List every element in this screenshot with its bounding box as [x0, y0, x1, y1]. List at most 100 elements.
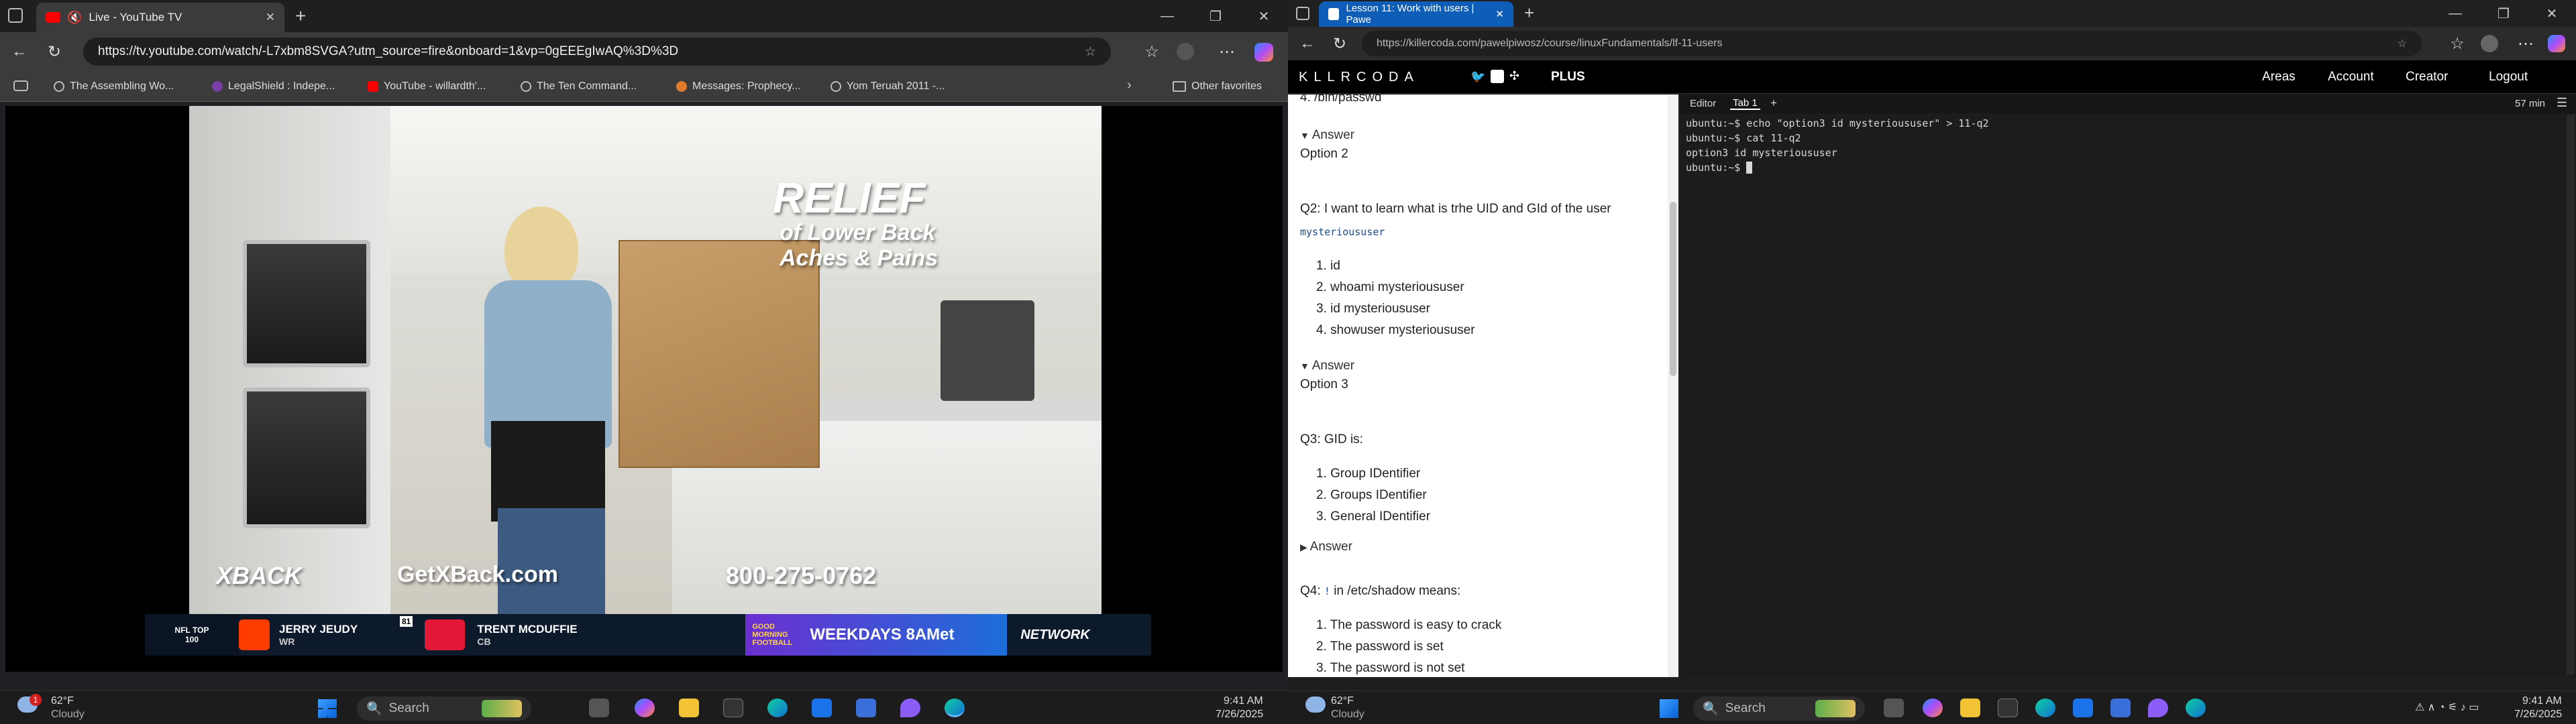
- favorites-icon[interactable]: ☆: [2443, 29, 2471, 58]
- profile-avatar[interactable]: [2481, 35, 2498, 52]
- terminal-app-icon[interactable]: [1998, 699, 2018, 717]
- file-explorer-icon[interactable]: [1960, 699, 1980, 717]
- player1: JERRY JEUDY WR: [279, 623, 400, 647]
- close-window-icon[interactable]: ✕: [1240, 0, 1288, 32]
- tab-youtube-tv[interactable]: 🔇 Live - YouTube TV ✕: [36, 3, 284, 32]
- close-tab-icon[interactable]: ✕: [266, 11, 275, 24]
- refresh-icon[interactable]: ↻: [40, 38, 68, 66]
- tab-editor[interactable]: Editor: [1690, 98, 1716, 109]
- slack-icon[interactable]: ✣: [1509, 69, 1519, 83]
- outlook-icon[interactable]: [856, 699, 876, 717]
- store-icon[interactable]: [2073, 699, 2093, 717]
- course-scrollbar[interactable]: [1668, 95, 1678, 677]
- copilot-icon[interactable]: [2548, 35, 2565, 52]
- weather-desc[interactable]: Cloudy: [1331, 709, 1364, 721]
- url-field[interactable]: https://tv.youtube.com/watch/-L7xbm8SVGA…: [83, 38, 1111, 66]
- task-view-icon[interactable]: [1884, 699, 1904, 717]
- restore-icon[interactable]: ❐: [1191, 0, 1240, 32]
- bookmark-item[interactable]: The Assembling Wo...: [54, 78, 174, 95]
- new-tab-icon[interactable]: +: [295, 5, 306, 27]
- cardboard-box: [619, 240, 820, 468]
- course-content-panel[interactable]: 4. /bin/passwd ▼ Answer Option 2 Q2: I w…: [1288, 95, 1678, 677]
- taskbar-search[interactable]: 🔍 Search: [1693, 697, 1865, 721]
- copilot-icon[interactable]: [635, 699, 655, 717]
- plus-link[interactable]: PLUS: [1551, 70, 1585, 84]
- terminal-panel[interactable]: Editor Tab 1 + 57 min ☰ ubuntu:~$ echo "…: [1680, 95, 2576, 677]
- copilot-icon[interactable]: [1923, 699, 1943, 717]
- hamburger-menu-icon[interactable]: ☰: [2557, 96, 2567, 110]
- video-player[interactable]: RELIEF of Lower Back Aches & Pains XBACK…: [5, 106, 1283, 672]
- nav-account[interactable]: Account: [2328, 70, 2374, 84]
- clock-date[interactable]: 7/26/2025: [2514, 709, 2562, 721]
- app-icon[interactable]: [2148, 699, 2168, 717]
- twitter-icon[interactable]: 🐦: [1470, 70, 1485, 84]
- close-tab-icon[interactable]: ✕: [1495, 8, 1504, 20]
- linkedin-icon[interactable]: [1491, 70, 1504, 83]
- favorite-star-icon[interactable]: ☆: [2398, 37, 2407, 50]
- answer-toggle[interactable]: ▼ Answer: [1300, 359, 1354, 373]
- edge-active-icon[interactable]: [945, 699, 965, 717]
- terminal-scrollbar[interactable]: [2567, 115, 2575, 674]
- add-tab-button[interactable]: +: [1770, 97, 1777, 110]
- scrollbar-thumb[interactable]: [1670, 202, 1676, 376]
- more-menu-icon[interactable]: ⋯: [2512, 29, 2540, 58]
- outlook-icon[interactable]: [2110, 699, 2131, 717]
- list-item: 1. id: [1316, 259, 1340, 273]
- edge-icon[interactable]: [767, 699, 788, 717]
- clock-date[interactable]: 7/26/2025: [1216, 709, 1263, 721]
- bookmark-item[interactable]: The Ten Command...: [521, 78, 637, 95]
- question-q4: Q4: ! in /etc/shadow means:: [1300, 584, 1460, 599]
- nav-creator[interactable]: Creator: [2406, 70, 2448, 84]
- system-tray-icons[interactable]: ⚠ ∧ ◔ ⚟ ♪ ▭: [2415, 701, 2479, 714]
- answer-toggle[interactable]: ▼ Answer: [1300, 128, 1354, 143]
- task-view-icon[interactable]: [589, 699, 609, 717]
- profile-avatar[interactable]: [1177, 43, 1194, 60]
- tab-actions-icon[interactable]: [1296, 7, 1309, 20]
- favorites-icon[interactable]: ☆: [1138, 38, 1166, 66]
- tab-actions-icon[interactable]: [8, 8, 23, 23]
- bookmark-item[interactable]: LegalShield : Indepe...: [212, 78, 335, 95]
- overlay-line2: Aches & Pains: [780, 245, 938, 271]
- app-icon[interactable]: [900, 699, 920, 717]
- tab-terminal-1[interactable]: Tab 1: [1730, 97, 1760, 110]
- answer-toggle[interactable]: ▶ Answer: [1300, 540, 1352, 554]
- minimize-icon[interactable]: —: [1143, 0, 1191, 32]
- bookmark-item[interactable]: YouTube - willardth'...: [368, 78, 486, 95]
- bookmarks-menu-icon[interactable]: [13, 80, 28, 91]
- taskbar-search[interactable]: 🔍 Search: [357, 697, 531, 721]
- nav-logout[interactable]: Logout: [2489, 70, 2528, 84]
- terminal-output[interactable]: ubuntu:~$ echo "option3 id mysterioususe…: [1686, 116, 1989, 175]
- bookmark-item[interactable]: Messages: Prophecy...: [676, 78, 801, 95]
- favorite-star-icon[interactable]: ☆: [1085, 44, 1096, 60]
- restore-icon[interactable]: ❐: [2479, 0, 2528, 27]
- more-menu-icon[interactable]: ⋯: [1213, 38, 1241, 66]
- bookmark-item[interactable]: Yom Teruah 2011 -...: [830, 78, 945, 95]
- weather-cloud-icon[interactable]: [1305, 697, 1326, 713]
- mute-icon[interactable]: 🔇: [67, 11, 82, 25]
- start-windows-icon[interactable]: [318, 699, 337, 718]
- other-favorites[interactable]: Other favorites: [1173, 78, 1262, 95]
- clock-time[interactable]: 9:41 AM: [2522, 695, 2562, 707]
- file-explorer-icon[interactable]: [679, 699, 699, 717]
- copilot-icon[interactable]: [1254, 43, 1273, 62]
- url-field[interactable]: https://killercoda.com/pawelpiwosz/cours…: [1362, 31, 2422, 56]
- clock-time[interactable]: 9:41 AM: [1224, 695, 1263, 707]
- start-windows-icon[interactable]: [1660, 699, 1678, 718]
- weather-temp[interactable]: 62°F: [51, 695, 74, 707]
- close-window-icon[interactable]: ✕: [2528, 0, 2576, 27]
- new-tab-icon[interactable]: +: [1524, 3, 1534, 23]
- edge-active-icon[interactable]: [2186, 699, 2206, 717]
- edge-icon[interactable]: [2035, 699, 2055, 717]
- chevron-right-icon[interactable]: ›: [1127, 78, 1132, 93]
- back-icon[interactable]: ←: [5, 38, 34, 66]
- minimize-icon[interactable]: —: [2431, 0, 2479, 27]
- terminal-app-icon[interactable]: [723, 699, 743, 717]
- store-icon[interactable]: [812, 699, 832, 717]
- nav-areas[interactable]: Areas: [2262, 70, 2296, 84]
- refresh-icon[interactable]: ↻: [1326, 29, 1354, 58]
- killercoda-logo[interactable]: KLLRCODA: [1299, 70, 1419, 85]
- tab-killercoda[interactable]: Lesson 11: Work with users | Pawe ✕: [1319, 1, 1513, 27]
- back-icon[interactable]: ←: [1293, 29, 1322, 58]
- weather-temp[interactable]: 62°F: [1331, 695, 1354, 707]
- weather-desc[interactable]: Cloudy: [51, 709, 85, 721]
